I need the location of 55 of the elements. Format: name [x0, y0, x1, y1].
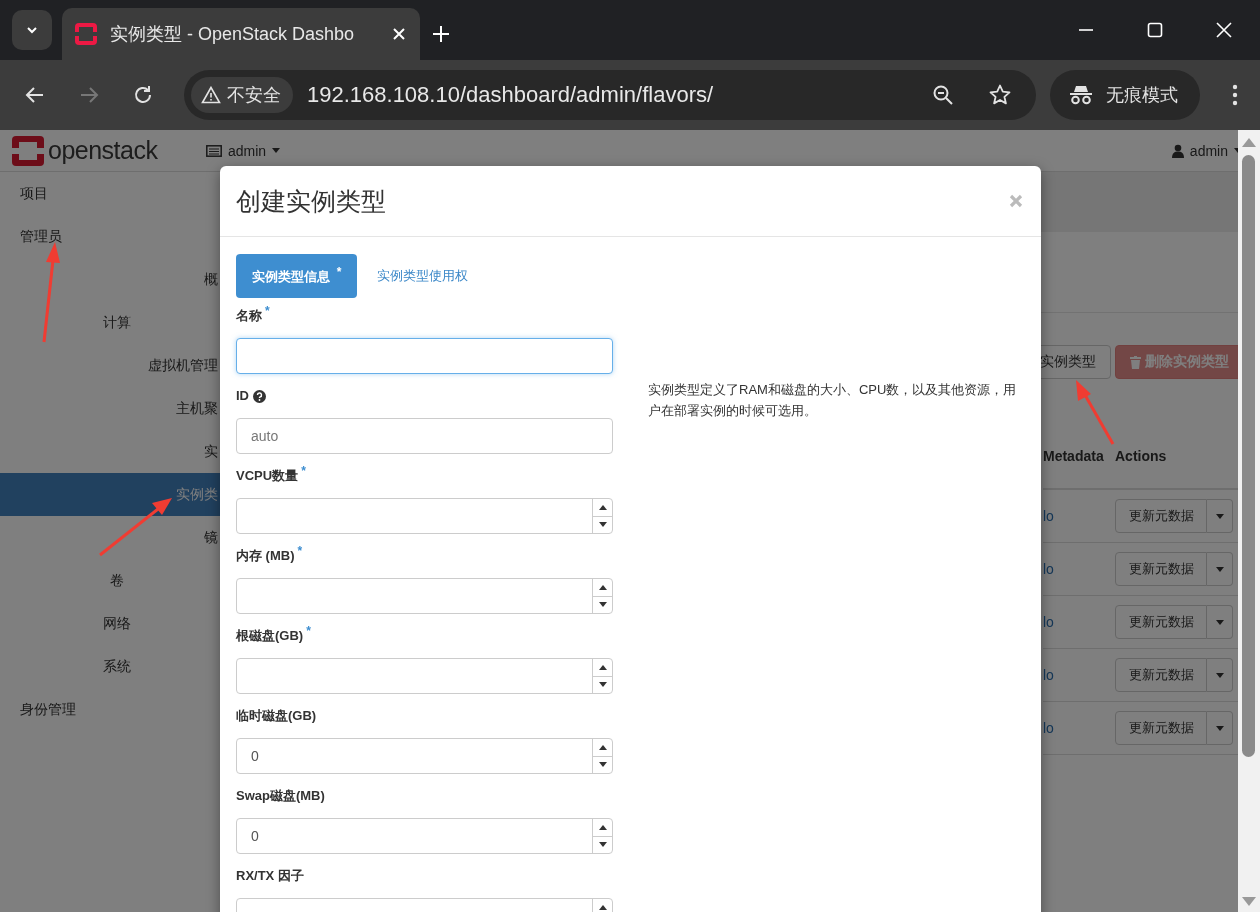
field-label: Swap磁盘(MB) [236, 787, 325, 805]
star-icon[interactable] [988, 83, 1012, 107]
column-header: Metadata [1043, 436, 1115, 489]
metadata-link[interactable]: lo [1043, 614, 1054, 630]
input-field[interactable]: 0 [236, 738, 613, 774]
dropdown-button[interactable] [1207, 552, 1233, 586]
input-field[interactable] [236, 578, 613, 614]
field-label: ID [236, 387, 249, 405]
metadata-link[interactable]: lo [1043, 667, 1054, 683]
metadata-link[interactable]: lo [1043, 720, 1054, 736]
input-field[interactable] [236, 338, 613, 374]
menu-icon[interactable] [1232, 83, 1238, 107]
list-icon [206, 144, 222, 157]
field-label: 临时磁盘(GB) [236, 707, 317, 725]
input-field[interactable]: 0 [236, 818, 613, 854]
reload-icon[interactable] [132, 84, 154, 106]
incognito-button[interactable]: 无痕模式 [1050, 70, 1200, 120]
wizard-tab[interactable]: 实例类型使用权 [361, 254, 485, 298]
input-field[interactable] [236, 658, 613, 694]
incognito-icon [1068, 84, 1094, 106]
input-field[interactable]: auto [236, 418, 613, 454]
annotation-arrow [1076, 380, 1115, 445]
address-bar[interactable]: 不安全 192.168.108.10/dashboard/admin/flavors/ [184, 70, 1036, 120]
scrollbar[interactable] [1238, 130, 1260, 912]
update-metadata-button[interactable]: 更新元数据 [1115, 658, 1207, 692]
description-text: 实例类型定义了RAM和磁盘的大小、CPU数，以及其他资源，用户在部署实例的时候可选用。 [648, 381, 1018, 420]
update-metadata-button[interactable]: 更新元数据 [1115, 711, 1207, 745]
dropdown-button[interactable] [1207, 605, 1233, 639]
browser-tab[interactable]: 实例类型 - OpenStack Dashbo [62, 8, 420, 60]
openstack-logo-icon [74, 22, 98, 46]
warning-icon [201, 86, 221, 104]
logo-text: openstack [48, 136, 158, 165]
openstack-logo-icon [12, 135, 44, 166]
dropdown-button[interactable] [1207, 658, 1233, 692]
project-selector[interactable]: admin [206, 142, 281, 159]
modal-title: 创建实例类型 [236, 185, 386, 217]
metadata-link[interactable]: lo [1043, 508, 1054, 524]
security-chip[interactable]: 不安全 [191, 77, 293, 113]
input-field[interactable] [236, 498, 613, 534]
caret-icon [272, 148, 281, 153]
help-icon[interactable] [253, 389, 266, 403]
update-metadata-button[interactable]: 更新元数据 [1115, 499, 1207, 533]
url-text: 192.168.108.10/dashboard/admin/flavors/ [307, 82, 715, 108]
new-tab-icon[interactable] [432, 25, 450, 43]
metadata-link[interactable]: lo [1043, 561, 1054, 577]
security-label: 不安全 [227, 84, 281, 107]
update-metadata-button[interactable]: 更新元数据 [1115, 552, 1207, 586]
user-icon [1171, 143, 1184, 158]
zoom-out-icon[interactable] [932, 84, 954, 106]
maximize-icon[interactable] [1147, 22, 1163, 38]
dropdown-button[interactable] [1207, 499, 1233, 533]
update-metadata-button[interactable]: 更新元数据 [1115, 605, 1207, 639]
dropdown-button[interactable] [1207, 711, 1233, 745]
field-label: RX/TX 因子 [236, 867, 304, 885]
close-tab-icon[interactable] [392, 27, 406, 41]
